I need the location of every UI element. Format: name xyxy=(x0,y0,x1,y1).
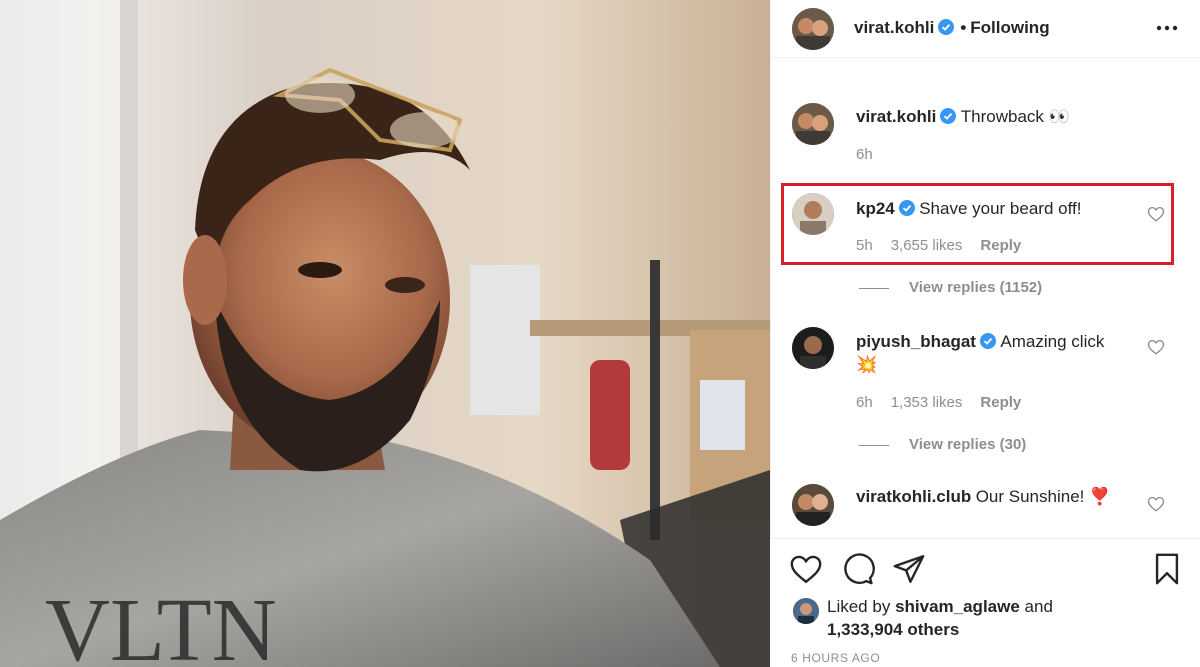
liked-by-and: and xyxy=(1024,597,1053,616)
comment-avatar[interactable] xyxy=(792,484,834,526)
verified-icon xyxy=(940,108,957,124)
author-avatar[interactable] xyxy=(792,8,834,50)
liked-by-text: Liked by shivam_aglawe and 1,333,904 oth… xyxy=(827,595,1127,641)
separator-dot: • xyxy=(960,18,967,37)
caption-text: Throwback 👀 xyxy=(960,107,1070,126)
caption: virat.kohli Throwback 👀 xyxy=(856,105,1070,128)
svg-text:VLTN: VLTN xyxy=(45,581,277,667)
verified-icon xyxy=(938,19,955,35)
comment-viratkohli-club: viratkohli.club Our Sunshine! ❣️ xyxy=(856,485,1110,508)
heart-icon[interactable] xyxy=(789,552,823,586)
more-icon[interactable] xyxy=(1155,18,1179,38)
replies-divider xyxy=(859,287,889,289)
comment-text: Amazing click xyxy=(1000,332,1105,351)
verified-icon xyxy=(979,333,996,349)
comment-text: Our Sunshine! ❣️ xyxy=(975,487,1111,506)
caption-time: 6h xyxy=(856,146,873,163)
caption-username[interactable]: virat.kohli xyxy=(856,107,936,126)
comment-likes[interactable]: 1,353 likes xyxy=(891,394,963,411)
comment-emoji: 💥 xyxy=(856,355,878,374)
comment-piyush: piyush_bhagat Amazing click 💥 xyxy=(856,330,1156,376)
like-comment-heart-icon[interactable] xyxy=(1147,495,1165,513)
view-replies-label: View replies (30) xyxy=(909,436,1027,453)
bookmark-icon[interactable] xyxy=(1150,552,1184,586)
view-replies-label: View replies (1152) xyxy=(909,279,1043,296)
share-icon[interactable] xyxy=(892,552,926,586)
comment-meta: 6h 1,353 likes Reply xyxy=(856,394,1039,411)
comment-username[interactable]: piyush_bhagat xyxy=(856,332,976,351)
view-replies-button[interactable]: View replies (30) xyxy=(859,436,1026,453)
liked-by-user[interactable]: shivam_aglawe xyxy=(895,597,1020,616)
comment-icon[interactable] xyxy=(841,552,875,586)
post-actions: Liked by shivam_aglawe and 1,333,904 oth… xyxy=(770,538,1200,667)
caption-meta: 6h xyxy=(856,146,891,163)
following-button[interactable]: Following xyxy=(970,18,1049,37)
post-header: virat.kohli • Following xyxy=(771,0,1200,58)
reply-button[interactable]: Reply xyxy=(980,394,1021,411)
liker-avatar[interactable] xyxy=(793,598,819,624)
post-timestamp: 6 HOURS AGO xyxy=(791,651,881,665)
liked-by-prefix: Liked by xyxy=(827,597,891,616)
highlight-box xyxy=(781,183,1174,265)
caption-avatar[interactable] xyxy=(792,103,834,145)
post-photo[interactable]: VLTN xyxy=(0,0,770,667)
post-image: VLTN xyxy=(0,0,770,667)
comment-avatar[interactable] xyxy=(792,327,834,369)
comment-username[interactable]: viratkohli.club xyxy=(856,487,971,506)
replies-divider xyxy=(859,444,889,446)
comment-time: 6h xyxy=(856,394,873,411)
view-replies-button[interactable]: View replies (1152) xyxy=(859,279,1042,296)
author-username[interactable]: virat.kohli xyxy=(854,18,934,37)
liked-by-others[interactable]: 1,333,904 others xyxy=(827,620,959,639)
like-comment-heart-icon[interactable] xyxy=(1147,338,1165,356)
